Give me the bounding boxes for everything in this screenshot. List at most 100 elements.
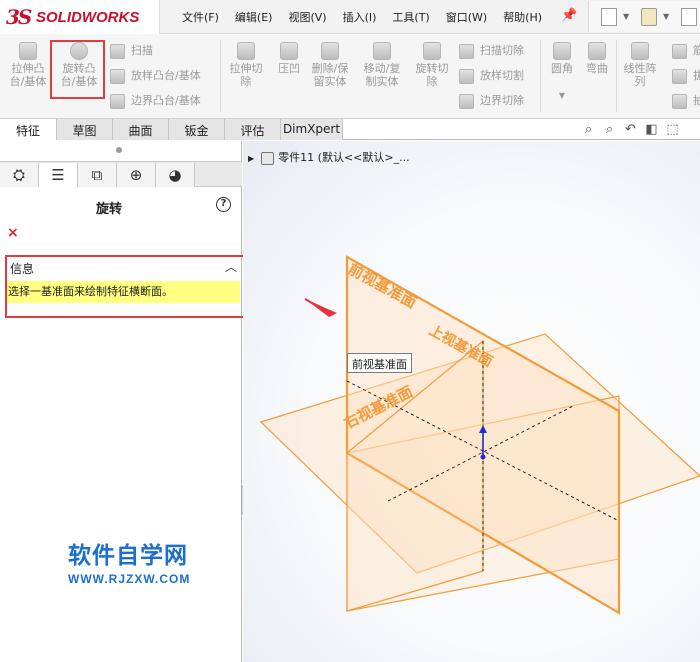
ribbon-separator (220, 40, 221, 112)
fillet-icon (553, 42, 571, 60)
menu-bar: 文件(F) 编辑(E) 视图(V) 插入(I) 工具(T) 窗口(W) 帮助(H… (182, 9, 558, 25)
move-copy-body-button[interactable]: 移动/复 制实体 (360, 42, 404, 88)
solidworks-logo[interactable]: 3S SOLIDWORKS (0, 0, 160, 34)
tab-surfaces[interactable]: 曲面 (113, 119, 169, 140)
view-orientation-icon[interactable]: ⬚ (664, 121, 681, 138)
info-group-box: 信息 ︿ 选择一基准面来绘制特征横断面。 (5, 255, 247, 318)
feature-manager-tab-icon[interactable]: ⛭ (0, 163, 39, 187)
indent-icon (280, 42, 298, 60)
wrap-button[interactable]: 弯曲 (582, 42, 612, 75)
tab-dimxpert[interactable]: DimXpert (281, 119, 343, 140)
indent-label: 压凹 (278, 62, 300, 75)
info-group-header[interactable]: 信息 (10, 260, 34, 277)
origin-point[interactable] (480, 454, 486, 460)
tab-sketch[interactable]: 草图 (57, 119, 113, 140)
dimxpert-manager-tab-icon[interactable]: ⊕ (117, 163, 156, 187)
menu-view[interactable]: 视图(V) (288, 9, 326, 25)
panel-splitter-dot[interactable] (116, 147, 122, 153)
loft-cut-label: 放样切割 (480, 69, 524, 82)
linear-pattern-icon (631, 42, 649, 60)
previous-view-icon[interactable]: ↶ (622, 121, 639, 138)
move-body-icon (373, 42, 391, 60)
loft-boss-label: 放样凸台/基体 (131, 69, 201, 82)
sweep-label: 扫描 (131, 44, 153, 57)
tab-features[interactable]: 特征 (0, 119, 57, 140)
brand-name: SOLIDWORKS (36, 9, 140, 26)
ds-logo-mark: 3S (6, 5, 32, 29)
sweep-cut-button[interactable]: 扫描切除 (459, 42, 524, 59)
extrude-cut-icon (237, 42, 255, 60)
display-manager-tab-icon[interactable]: ◕ (156, 163, 195, 187)
zoom-to-fit-icon[interactable]: ⌕ (580, 121, 597, 138)
move-copy-body-label: 移动/复 制实体 (363, 62, 401, 88)
sweep-cut-icon (459, 43, 474, 59)
fillet-label: 圆角 (551, 62, 573, 75)
rib-button[interactable]: 筋 (672, 42, 700, 59)
property-manager-tab-icon[interactable]: ☰ (39, 163, 78, 187)
boundary-cut-button[interactable]: 边界切除 (459, 92, 524, 109)
boundary-boss-button[interactable]: 边界凸台/基体 (110, 92, 201, 109)
revolve-cut-icon (423, 42, 441, 60)
command-tabs: 特征 草图 曲面 钣金 评估 DimXpert ⌕ ⌕ ↶ ◧ ⬚ (0, 119, 700, 140)
rib-label: 筋 (693, 44, 700, 57)
chevron-down-icon[interactable]: ▼ (623, 12, 629, 21)
chevron-down-icon[interactable]: ▼ (546, 89, 578, 102)
plane-tooltip: 前视基准面 (347, 353, 412, 373)
configuration-manager-tab-icon[interactable]: ⧉ (78, 163, 117, 187)
feature-ribbon: 拉伸凸 台/基体 旋转凸 台/基体 扫描 放样凸台/基体 边界凸台/基体 拉伸切… (0, 34, 700, 119)
save-icon[interactable] (681, 8, 697, 26)
wrap-icon (588, 42, 606, 60)
new-document-icon[interactable] (601, 8, 617, 26)
draft-button[interactable]: 拔 (672, 67, 700, 84)
extrude-boss-button[interactable]: 拉伸凸 台/基体 (8, 42, 48, 88)
watermark-url: WWW.RJZXW.COM (68, 572, 191, 586)
shell-button[interactable]: 抽 (672, 92, 700, 109)
section-view-icon[interactable]: ◧ (643, 121, 660, 138)
revolve-cut-label: 旋转切 除 (415, 62, 449, 88)
tab-sheet-metal[interactable]: 钣金 (169, 119, 225, 140)
extrude-cut-label: 拉伸切 除 (229, 62, 263, 88)
loft-cut-button[interactable]: 放样切割 (459, 67, 524, 84)
linear-pattern-button[interactable]: 线性阵 列 (620, 42, 660, 88)
graphics-area[interactable]: ▶ 零件11 (默认<<默认>_... 前视基准面 上视基准面 右视基准面 前视基… (243, 141, 700, 662)
indent-button[interactable]: 压凹 (274, 42, 304, 75)
manager-tabs: ⛭ ☰ ⧉ ⊕ ◕ (0, 161, 242, 187)
delete-keep-body-button[interactable]: 删除/保 留实体 (308, 42, 352, 88)
zoom-area-icon[interactable]: ⌕ (601, 121, 618, 138)
ribbon-separator (540, 40, 541, 112)
shell-icon (672, 93, 687, 109)
quick-access-toolbar: ▼ ▼ (588, 1, 700, 32)
menu-tools[interactable]: 工具(T) (392, 9, 429, 25)
loft-boss-button[interactable]: 放样凸台/基体 (110, 67, 201, 84)
ribbon-separator (616, 40, 617, 112)
menu-window[interactable]: 窗口(W) (446, 9, 487, 25)
extrude-cut-button[interactable]: 拉伸切 除 (226, 42, 266, 88)
revolve-cut-button[interactable]: 旋转切 除 (412, 42, 452, 88)
chevron-up-icon[interactable]: ︿ (225, 258, 237, 275)
title-bar: 3S SOLIDWORKS 文件(F) 编辑(E) 视图(V) 插入(I) 工具… (0, 0, 700, 34)
boundary-cut-icon (459, 93, 474, 109)
cancel-icon[interactable]: × (7, 225, 19, 241)
sweep-button[interactable]: 扫描 (110, 42, 153, 59)
draft-icon (672, 68, 687, 84)
open-folder-icon[interactable] (641, 8, 657, 26)
menu-help[interactable]: 帮助(H) (503, 9, 542, 25)
reference-planes-view: 前视基准面 上视基准面 右视基准面 (259, 255, 700, 615)
chevron-down-icon[interactable]: ▼ (663, 12, 669, 21)
menu-insert[interactable]: 插入(I) (343, 9, 377, 25)
boundary-boss-label: 边界凸台/基体 (131, 94, 201, 107)
tab-evaluate[interactable]: 评估 (225, 119, 281, 140)
help-icon[interactable]: ? (216, 197, 231, 212)
menu-file[interactable]: 文件(F) (182, 9, 219, 25)
delete-keep-body-label: 删除/保 留实体 (311, 62, 349, 88)
sweep-cut-label: 扫描切除 (480, 44, 524, 57)
watermark-title: 软件自学网 (68, 543, 188, 569)
pin-icon[interactable]: 📌 (561, 8, 577, 23)
loft-boss-icon (110, 68, 125, 84)
delete-body-icon (321, 42, 339, 60)
heads-up-view-toolbar: ⌕ ⌕ ↶ ◧ ⬚ (580, 121, 681, 138)
revolve-highlight-box (50, 40, 105, 99)
linear-pattern-label: 线性阵 列 (623, 62, 657, 88)
fillet-button[interactable]: 圆角 ▼ (546, 42, 578, 102)
menu-edit[interactable]: 编辑(E) (235, 9, 273, 25)
